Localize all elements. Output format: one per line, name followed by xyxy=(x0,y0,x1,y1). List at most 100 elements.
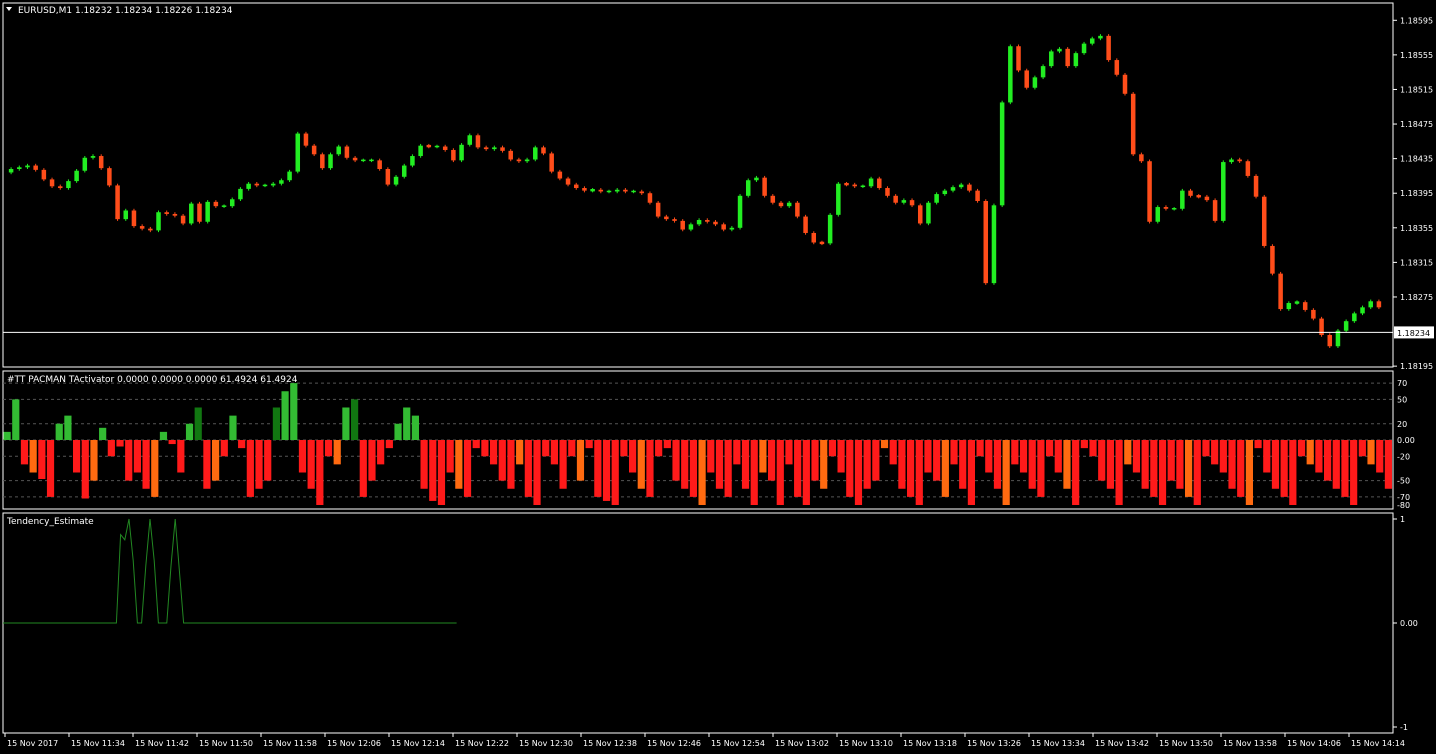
price-candle xyxy=(549,153,554,172)
price-candle xyxy=(1008,46,1013,103)
price-candle xyxy=(770,195,776,203)
price-candle xyxy=(1270,245,1275,274)
time-axis-label: 15 Nov 13:10 xyxy=(839,739,893,748)
pacman-bar xyxy=(272,407,280,440)
price-candle xyxy=(418,145,423,157)
time-axis-label: 15 Nov 12:14 xyxy=(391,739,445,748)
pacman-bar xyxy=(533,440,541,505)
pacman-bar xyxy=(872,440,880,481)
pacman-bar xyxy=(429,440,437,501)
price-candle xyxy=(893,195,898,203)
pacman-bar xyxy=(90,440,98,481)
price-candle xyxy=(958,184,964,188)
price-candle xyxy=(295,133,301,172)
price-candle xyxy=(639,191,645,194)
pacman-bar xyxy=(307,440,315,489)
price-candle xyxy=(844,182,849,186)
time-axis-label: 15 Nov 11:42 xyxy=(135,739,189,748)
pacman-bar xyxy=(142,440,150,489)
pacman-bar xyxy=(1002,440,1010,505)
pacman-bar xyxy=(1237,440,1245,497)
chart-canvas[interactable]: 1.18595 1.18555 1.18515 1.18475 1.18435 1.183… xyxy=(0,0,1436,754)
price-candle xyxy=(557,171,563,179)
pacman-bar xyxy=(889,440,897,465)
chart-window[interactable]: 1.18595 1.18555 1.18515 1.18475 1.18435 1.183… xyxy=(0,0,1436,754)
pacman-bar xyxy=(681,440,689,489)
pacman-bar xyxy=(203,440,211,489)
symbol-header: EURUSD,M1 1.18232 1.18234 1.18226 1.1823… xyxy=(18,6,233,16)
price-candle xyxy=(148,228,153,231)
pacman-bar xyxy=(264,440,272,481)
price-candle xyxy=(516,159,522,162)
price-axis-label: 1.18555 xyxy=(1400,51,1433,60)
price-candle xyxy=(877,178,882,189)
price-candle xyxy=(1065,48,1070,67)
time-axis-label: 15 Nov 13:42 xyxy=(1095,739,1149,748)
price-candle xyxy=(1139,154,1144,162)
pacman-bar xyxy=(194,407,202,440)
tendency-indicator-label: Tendency_Estimate xyxy=(6,517,94,527)
price-axis-label: 1.18435 xyxy=(1400,155,1433,164)
pacman-bar xyxy=(368,440,376,481)
price-candle xyxy=(1204,196,1210,201)
pacman-bar xyxy=(880,440,889,449)
price-candle xyxy=(786,202,792,207)
pacman-bar xyxy=(1202,440,1210,457)
price-candle xyxy=(1155,207,1161,222)
time-axis-label: 15 Nov 2017 xyxy=(7,739,58,748)
price-candle xyxy=(590,189,595,192)
pacman-bar xyxy=(698,440,706,505)
pacman-bar xyxy=(1254,440,1262,449)
pacman-bar xyxy=(802,440,810,505)
price-candle xyxy=(1221,162,1226,221)
price-candle xyxy=(189,203,194,224)
pacman-bar xyxy=(1280,440,1288,497)
pacman-bar xyxy=(837,440,845,473)
price-candle xyxy=(647,193,653,203)
price-candle xyxy=(524,159,530,162)
pacman-axis-label: -80 xyxy=(1397,501,1410,510)
price-candle xyxy=(229,199,235,207)
price-candle xyxy=(205,201,210,222)
pacman-bar xyxy=(828,440,836,457)
pacman-axis-label: 70 xyxy=(1397,379,1407,388)
pacman-bar xyxy=(785,440,793,465)
pacman-bar xyxy=(446,440,454,473)
time-axis-label: 15 Nov 12:38 xyxy=(583,739,637,748)
price-candle xyxy=(483,147,489,150)
price-candle xyxy=(680,220,685,230)
time-axis-label: 15 Nov 13:50 xyxy=(1159,739,1213,748)
price-candle xyxy=(1032,77,1038,88)
time-axis-label: 15 Nov 12:22 xyxy=(455,739,509,748)
price-candle xyxy=(1130,93,1136,155)
current-price-label: 1.18234 xyxy=(1397,329,1430,338)
tendency-axis-label: 0.00 xyxy=(1400,619,1418,628)
pacman-bar xyxy=(924,440,932,473)
pacman-bar xyxy=(794,440,802,497)
pacman-bar xyxy=(915,440,923,505)
pacman-bar xyxy=(950,440,958,465)
price-candle xyxy=(1122,74,1128,94)
pacman-bar xyxy=(220,440,228,457)
price-candle xyxy=(762,177,767,196)
pacman-bar xyxy=(629,440,637,473)
price-candle xyxy=(1073,53,1079,67)
time-axis-label: 15 Nov 12:54 xyxy=(711,739,765,748)
price-candle xyxy=(1171,208,1177,210)
price-candle xyxy=(336,146,341,155)
pacman-bar xyxy=(768,440,776,481)
price-candle xyxy=(991,205,997,284)
pacman-bar xyxy=(907,440,915,497)
pacman-bar xyxy=(985,440,993,473)
time-axis-label: 15 Nov 13:58 xyxy=(1223,739,1277,748)
tendency-line xyxy=(3,518,457,624)
price-candle xyxy=(508,150,513,160)
price-axis-label: 1.18475 xyxy=(1400,120,1433,129)
price-candle xyxy=(696,220,702,225)
pacman-bar xyxy=(490,440,498,465)
price-candle xyxy=(1016,46,1021,71)
price-candle xyxy=(459,144,464,161)
pacman-bar xyxy=(820,440,828,489)
pacman-bar xyxy=(1167,440,1175,481)
price-candle xyxy=(999,102,1005,206)
